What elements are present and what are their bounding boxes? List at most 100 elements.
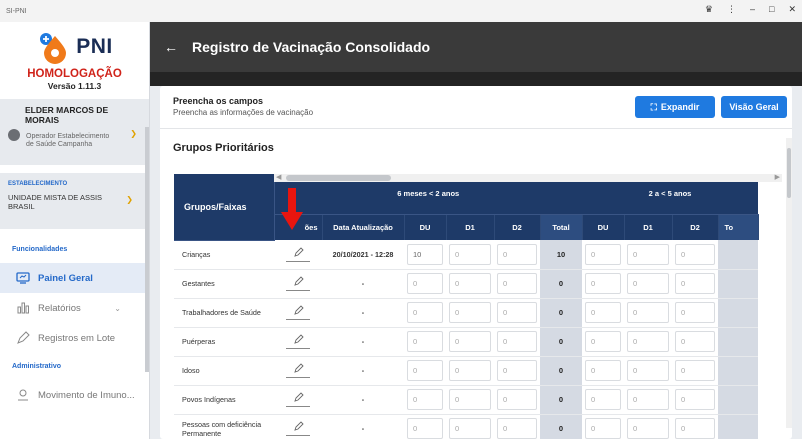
d1-input[interactable]: 0 — [449, 273, 491, 294]
column-header-groups: Grupos/Faixas — [174, 174, 275, 241]
edit-button[interactable] — [274, 269, 322, 299]
du-input-2[interactable]: 0 — [585, 418, 621, 439]
d1-input-2[interactable]: 0 — [627, 243, 669, 265]
du-input-2[interactable]: 0 — [585, 243, 621, 265]
edit-button[interactable] — [274, 356, 322, 386]
d1-input-2[interactable]: 0 — [627, 331, 669, 352]
du-input-2[interactable]: 0 — [585, 302, 621, 323]
du-input[interactable]: 0 — [407, 418, 443, 439]
sidebar-item-registros-lote[interactable]: Registros em Lote — [0, 323, 149, 353]
d1-input[interactable]: 0 — [449, 389, 491, 410]
d2-input-2[interactable]: 0 — [675, 360, 715, 381]
total-value: 0 — [540, 327, 582, 357]
menu-kebab-icon[interactable]: ⋮ — [727, 4, 736, 15]
d2-input[interactable]: 0 — [497, 360, 537, 381]
total-value: 0 — [540, 414, 582, 439]
establishment-label: ESTABELECIMENTO — [8, 181, 68, 187]
divider — [160, 128, 792, 129]
extension-icon[interactable]: ♛ — [705, 4, 713, 15]
d1-input-cell-2: 0 — [624, 385, 672, 415]
edit-button[interactable] — [274, 414, 322, 439]
user-profile[interactable]: ELDER MARCOS DE MORAIS Operador Estabele… — [0, 99, 149, 165]
establishment-name: UNIDADE MISTA DE ASSIS BRASIL — [8, 193, 103, 211]
edit-button[interactable] — [274, 327, 322, 357]
d2-input[interactable]: 0 — [497, 418, 537, 439]
chevron-down-icon[interactable]: ❯ — [130, 129, 137, 138]
d2-input-2[interactable]: 0 — [675, 418, 715, 439]
d2-input[interactable]: 0 — [497, 273, 537, 294]
close-icon[interactable]: ✕ — [788, 4, 796, 15]
d2-input[interactable]: 0 — [497, 389, 537, 410]
window-title: SI-PNI — [6, 7, 27, 15]
du-input-2[interactable]: 0 — [585, 360, 621, 381]
d1-input[interactable]: 0 — [449, 418, 491, 439]
section-title: Grupos Prioritários — [173, 142, 274, 154]
du-input-cell: 0 — [404, 298, 446, 328]
scroll-thumb[interactable] — [286, 175, 391, 181]
d1-input-2[interactable]: 0 — [627, 418, 669, 439]
d2-input[interactable]: 0 — [497, 331, 537, 352]
update-date: - — [322, 385, 404, 415]
movement-icon — [16, 388, 30, 402]
d2-input[interactable]: 0 — [497, 243, 537, 265]
d1-input-2[interactable]: 0 — [627, 302, 669, 323]
d2-input-2[interactable]: 0 — [675, 302, 715, 323]
d2-input-2[interactable]: 0 — [675, 273, 715, 294]
edit-button[interactable] — [274, 240, 322, 270]
expand-button[interactable]: ⛶ Expandir — [635, 96, 715, 118]
du-input-2[interactable]: 0 — [585, 273, 621, 294]
column-header-d1: D1 — [446, 214, 495, 240]
chevron-down-icon[interactable]: ⌄ — [114, 304, 121, 313]
du-input[interactable]: 0 — [407, 389, 443, 410]
du-input[interactable]: 0 — [407, 360, 443, 381]
overview-button[interactable]: Visão Geral — [721, 96, 787, 118]
sidebar-item-painel-geral[interactable]: Painel Geral — [0, 263, 149, 293]
d2-input-2[interactable]: 0 — [675, 331, 715, 352]
du-input-2[interactable]: 0 — [585, 331, 621, 352]
user-avatar — [8, 129, 20, 141]
d1-input-2[interactable]: 0 — [627, 389, 669, 410]
d1-input[interactable]: 0 — [449, 360, 491, 381]
sidebar-item-movimento-imuno[interactable]: Movimento de Imuno... — [0, 380, 149, 410]
du-input[interactable]: 10 — [407, 243, 443, 265]
back-arrow-icon[interactable]: ← — [164, 39, 178, 55]
horizontal-scrollbar[interactable]: ◀ ▶ — [274, 174, 782, 182]
edit-underline — [286, 290, 310, 291]
du-input-cell: 0 — [404, 356, 446, 386]
edit-button[interactable] — [274, 298, 322, 328]
establishment-selector[interactable]: ESTABELECIMENTO UNIDADE MISTA DE ASSIS B… — [0, 173, 149, 229]
scroll-right-icon[interactable]: ▶ — [775, 174, 780, 181]
d2-input-cell: 0 — [494, 240, 540, 270]
du-input-2[interactable]: 0 — [585, 389, 621, 410]
du-input[interactable]: 0 — [407, 302, 443, 323]
du-input[interactable]: 0 — [407, 273, 443, 294]
priority-groups-table-wrap: Grupos/Faixas 6 meses < 2 anos 2 a < 5 a… — [174, 174, 782, 439]
d2-input-2[interactable]: 0 — [675, 243, 715, 265]
column-header-d2: D2 — [494, 214, 541, 240]
d2-input-cell-2: 0 — [672, 240, 718, 270]
total-cell-2 — [718, 240, 758, 270]
edit-button[interactable] — [274, 385, 322, 415]
scroll-thumb[interactable] — [787, 148, 791, 198]
total-value: 10 — [540, 240, 582, 270]
d1-input[interactable]: 0 — [449, 331, 491, 352]
vertical-scrollbar[interactable] — [786, 138, 792, 428]
d1-input[interactable]: 0 — [449, 243, 491, 265]
sidebar: PNI HOMOLOGAÇÃO Versão 1.11.3 ELDER MARC… — [0, 22, 150, 439]
d1-input[interactable]: 0 — [449, 302, 491, 323]
sidebar-item-relatorios[interactable]: Relatórios ⌄ — [0, 293, 149, 323]
d2-input[interactable]: 0 — [497, 302, 537, 323]
d2-input-2[interactable]: 0 — [675, 389, 715, 410]
chevron-down-icon[interactable]: ❯ — [126, 195, 133, 204]
scroll-left-icon[interactable]: ◀ — [276, 174, 281, 181]
du-input[interactable]: 0 — [407, 331, 443, 352]
d1-input-2[interactable]: 0 — [627, 273, 669, 294]
d1-input-2[interactable]: 0 — [627, 360, 669, 381]
edit-underline — [286, 348, 310, 349]
sidebar-scrollbar[interactable] — [145, 127, 149, 372]
total-value: 0 — [540, 356, 582, 386]
restore-icon[interactable]: □ — [769, 4, 774, 15]
minimize-icon[interactable]: – — [750, 4, 755, 15]
page-title: Registro de Vacinação Consolidado — [192, 39, 431, 55]
d2-input-cell: 0 — [494, 298, 540, 328]
